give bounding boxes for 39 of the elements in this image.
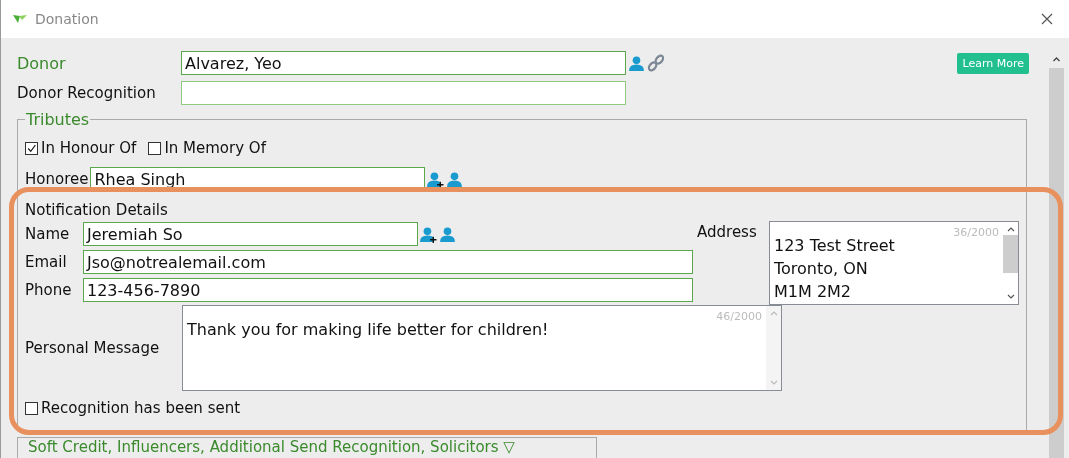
address-line: M1M 2M2 [774, 281, 853, 303]
field-label: Honoree [25, 170, 89, 188]
add-person-icon[interactable] [420, 225, 437, 243]
scroll-up-icon[interactable] [1006, 226, 1015, 232]
field-label: Donor Recognition [17, 84, 157, 102]
chain-link-icon[interactable] [647, 54, 665, 72]
message-text-area[interactable]: 46/2000 Thank you for making life better for children! [182, 305, 782, 391]
checkbox[interactable] [148, 141, 162, 155]
email-field[interactable]: Jso@notrealemail.com [83, 250, 693, 274]
message-text: Thank you for making life better for children! [187, 320, 550, 339]
checkbox-label: In Memory Of [164, 139, 266, 157]
close-icon[interactable] [1041, 13, 1053, 25]
field-label: Address [697, 223, 758, 241]
name-field[interactable]: Jeremiah So [83, 222, 418, 246]
person-icon[interactable] [628, 54, 645, 72]
field-label: Email [25, 253, 68, 271]
character-counter: 46/2000 [716, 310, 762, 323]
donor-recognition-field[interactable] [181, 81, 626, 105]
field-label: Donor [17, 53, 67, 73]
scroll-down-icon[interactable] [1006, 294, 1015, 300]
address-text-area[interactable]: 36/2000 123 Test Street Toronto, ON M1M 2M2 [769, 221, 1019, 305]
field-label: Personal Message [25, 339, 161, 357]
checkbox[interactable] [25, 401, 38, 415]
field-label: Phone [25, 281, 73, 299]
character-counter: 36/2000 [953, 226, 999, 239]
window-title: Donation [35, 11, 99, 27]
address-line: Toronto, ON [774, 258, 869, 280]
checkbox-label: Recognition has been sent [41, 399, 241, 417]
address-line: 123 Test Street [774, 235, 896, 257]
section-title: Notification Details [25, 201, 169, 221]
checkbox[interactable] [25, 141, 38, 155]
leaf-logo-icon [13, 14, 27, 24]
checkbox-label: In Honour Of [41, 139, 137, 157]
field-label: Name [25, 225, 71, 243]
section-legend[interactable]: Soft Credit, Influencers, Additional Send Recognition, Solicitors ▽ [26, 438, 517, 456]
section-legend: Tributes [25, 110, 91, 129]
phone-field[interactable]: 123-456-7890 [83, 278, 693, 302]
donor-field[interactable]: Alvarez, Yeo [181, 51, 626, 75]
add-person-icon[interactable] [427, 170, 445, 188]
